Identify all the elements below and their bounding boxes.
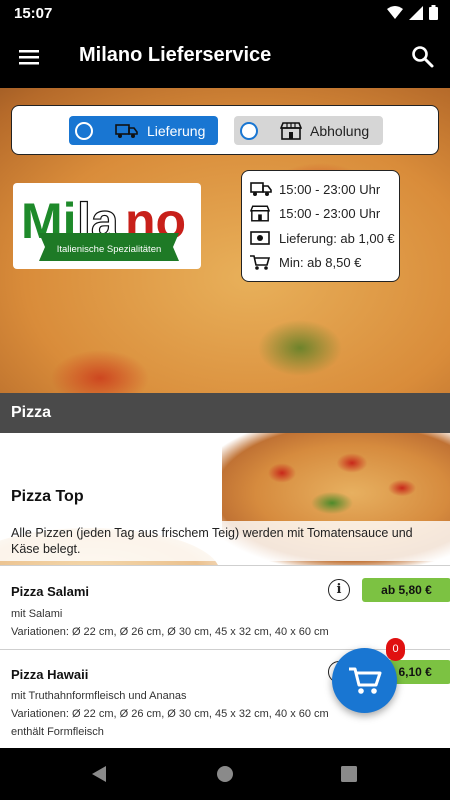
truck-icon — [115, 123, 138, 138]
truck-icon — [250, 182, 272, 196]
wifi-icon — [387, 5, 403, 19]
storefront-icon — [250, 205, 270, 221]
delivery-fee: Lieferung: ab 1,00 € — [279, 230, 395, 246]
item-variations: Variationen: Ø 22 cm, Ø 26 cm, Ø 30 cm, … — [11, 708, 329, 720]
info-icon[interactable]: i — [328, 579, 350, 601]
shopping-cart-icon — [250, 254, 270, 270]
app-bar: Milano Lieferservice — [0, 26, 450, 88]
shopping-cart-icon — [348, 667, 381, 694]
category-banner: Pizza Top Alle Pizzen (jeden Tag aus fri… — [0, 433, 450, 565]
pickup-option[interactable]: Abholung — [234, 116, 383, 145]
min-order: Min: ab 8,50 € — [279, 254, 362, 270]
item-name: Pizza Salami — [11, 584, 90, 599]
restaurant-logo: Mi la no Italienische Spezialitäten — [13, 183, 201, 269]
cellular-signal-icon — [409, 5, 423, 20]
item-description: mit Salami — [11, 608, 63, 620]
item-description: mit Truthahnformfleisch und Ananas — [11, 690, 187, 702]
home-icon[interactable] — [216, 765, 234, 783]
recents-icon[interactable] — [340, 765, 358, 783]
delivery-radio[interactable] — [75, 121, 93, 140]
status-bar: 15:07 — [0, 0, 450, 26]
status-time: 15:07 — [14, 5, 53, 22]
app-title: Milano Lieferservice — [79, 44, 272, 66]
hero-banner: Lieferung Abholung Mi la no Italienische… — [0, 88, 450, 393]
menu-icon[interactable] — [14, 42, 44, 72]
cart-button[interactable] — [332, 648, 397, 713]
pickup-radio[interactable] — [240, 121, 258, 140]
back-icon[interactable] — [90, 765, 108, 783]
menu-item[interactable]: Pizza Salami mit Salami Variationen: Ø 2… — [0, 565, 450, 649]
cart-count-badge: 0 — [386, 638, 405, 661]
search-icon[interactable] — [408, 42, 438, 72]
pickup-hours: 15:00 - 23:00 Uhr — [279, 205, 381, 221]
price-button[interactable]: ab 5,80 € — [362, 578, 450, 602]
storefront-icon — [280, 121, 302, 140]
delivery-hours: 15:00 - 23:00 Uhr — [279, 181, 381, 197]
store-info-card: 15:00 - 23:00 Uhr 15:00 - 23:00 Uhr Lief… — [241, 170, 400, 282]
category-description: Alle Pizzen (jeden Tag aus frischem Teig… — [0, 521, 450, 561]
system-navigation-bar — [0, 748, 450, 800]
delivery-option[interactable]: Lieferung — [69, 116, 218, 145]
battery-icon — [429, 5, 438, 20]
svg-text:Italienische Spezialitäten: Italienische Spezialitäten — [57, 244, 162, 255]
pickup-label: Abholung — [310, 122, 370, 139]
item-note: enthält Formfleisch — [11, 726, 104, 738]
item-name: Pizza Hawaii — [11, 667, 89, 682]
category-title: Pizza Top — [11, 488, 84, 505]
category-header: Pizza — [0, 393, 450, 433]
cash-icon — [250, 231, 270, 245]
delivery-label: Lieferung — [147, 122, 206, 139]
order-mode-selector: Lieferung Abholung — [11, 105, 439, 155]
item-variations: Variationen: Ø 22 cm, Ø 26 cm, Ø 30 cm, … — [11, 626, 329, 638]
category-header-label: Pizza — [11, 404, 52, 421]
